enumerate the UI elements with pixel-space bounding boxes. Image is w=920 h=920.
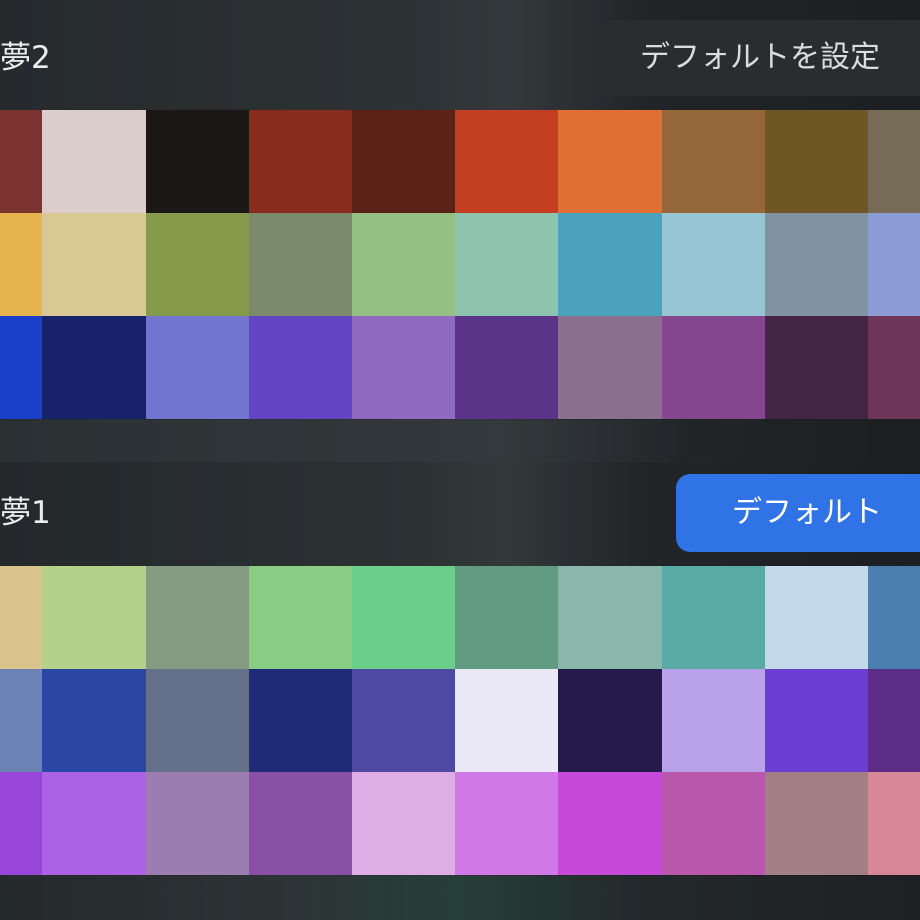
color-swatch[interactable] bbox=[868, 213, 920, 316]
color-swatch[interactable] bbox=[455, 772, 559, 875]
color-swatch[interactable] bbox=[558, 566, 662, 669]
color-swatch[interactable] bbox=[352, 110, 456, 213]
palette-name: 夢1 bbox=[0, 495, 51, 531]
color-swatch[interactable] bbox=[765, 566, 869, 669]
color-swatch[interactable] bbox=[765, 213, 869, 316]
color-swatch[interactable] bbox=[455, 213, 559, 316]
color-swatch[interactable] bbox=[146, 772, 250, 875]
color-swatch[interactable] bbox=[352, 669, 456, 772]
color-swatch[interactable] bbox=[42, 669, 146, 772]
color-swatch[interactable] bbox=[146, 566, 250, 669]
bottom-bar bbox=[0, 876, 920, 920]
color-swatch[interactable] bbox=[662, 316, 766, 419]
color-swatch[interactable] bbox=[42, 316, 146, 419]
color-swatch[interactable] bbox=[765, 772, 869, 875]
color-swatch[interactable] bbox=[249, 566, 353, 669]
swatch-grid bbox=[0, 110, 920, 420]
color-swatch[interactable] bbox=[558, 316, 662, 419]
palette-dream2: 夢2 デフォルトを設定 bbox=[0, 0, 920, 420]
default-button[interactable]: デフォルト bbox=[676, 474, 920, 552]
color-swatch[interactable] bbox=[0, 669, 44, 772]
color-swatch[interactable] bbox=[42, 772, 146, 875]
color-swatch[interactable] bbox=[146, 316, 250, 419]
color-swatch[interactable] bbox=[0, 213, 44, 316]
color-swatch[interactable] bbox=[765, 316, 869, 419]
color-swatch[interactable] bbox=[42, 110, 146, 213]
color-swatch[interactable] bbox=[455, 566, 559, 669]
color-swatch[interactable] bbox=[146, 213, 250, 316]
color-swatch[interactable] bbox=[868, 316, 920, 419]
color-swatch[interactable] bbox=[0, 110, 44, 213]
color-swatch[interactable] bbox=[352, 316, 456, 419]
color-swatch[interactable] bbox=[765, 669, 869, 772]
color-swatch[interactable] bbox=[558, 110, 662, 213]
color-swatch[interactable] bbox=[249, 772, 353, 875]
color-swatch[interactable] bbox=[455, 669, 559, 772]
color-swatch[interactable] bbox=[662, 772, 766, 875]
color-swatch[interactable] bbox=[868, 669, 920, 772]
color-swatch[interactable] bbox=[249, 669, 353, 772]
color-swatch[interactable] bbox=[558, 772, 662, 875]
color-swatch[interactable] bbox=[765, 110, 869, 213]
color-swatch[interactable] bbox=[662, 669, 766, 772]
color-swatch[interactable] bbox=[146, 669, 250, 772]
color-swatch[interactable] bbox=[662, 110, 766, 213]
section-divider bbox=[0, 420, 920, 462]
palette-name: 夢2 bbox=[0, 40, 51, 76]
color-swatch[interactable] bbox=[352, 213, 456, 316]
color-swatch[interactable] bbox=[0, 772, 44, 875]
color-swatch[interactable] bbox=[558, 213, 662, 316]
color-swatch[interactable] bbox=[352, 566, 456, 669]
color-swatch[interactable] bbox=[0, 566, 44, 669]
swatch-grid bbox=[0, 566, 920, 876]
palette-header: 夢2 デフォルトを設定 bbox=[0, 0, 920, 110]
color-swatch[interactable] bbox=[249, 213, 353, 316]
palette-header: 夢1 デフォルト bbox=[0, 462, 920, 566]
set-default-button[interactable]: デフォルトを設定 bbox=[596, 20, 920, 96]
color-swatch[interactable] bbox=[662, 566, 766, 669]
color-swatch[interactable] bbox=[0, 316, 44, 419]
palette-settings-screen: 夢2 デフォルトを設定 夢1 デフォルト bbox=[0, 0, 920, 920]
color-swatch[interactable] bbox=[42, 566, 146, 669]
color-swatch[interactable] bbox=[662, 213, 766, 316]
color-swatch[interactable] bbox=[455, 316, 559, 419]
color-swatch[interactable] bbox=[868, 110, 920, 213]
color-swatch[interactable] bbox=[146, 110, 250, 213]
color-swatch[interactable] bbox=[249, 110, 353, 213]
color-swatch[interactable] bbox=[868, 566, 920, 669]
color-swatch[interactable] bbox=[558, 669, 662, 772]
color-swatch[interactable] bbox=[868, 772, 920, 875]
color-swatch[interactable] bbox=[455, 110, 559, 213]
color-swatch[interactable] bbox=[249, 316, 353, 419]
color-swatch[interactable] bbox=[42, 213, 146, 316]
color-swatch[interactable] bbox=[352, 772, 456, 875]
palette-dream1: 夢1 デフォルト bbox=[0, 462, 920, 876]
